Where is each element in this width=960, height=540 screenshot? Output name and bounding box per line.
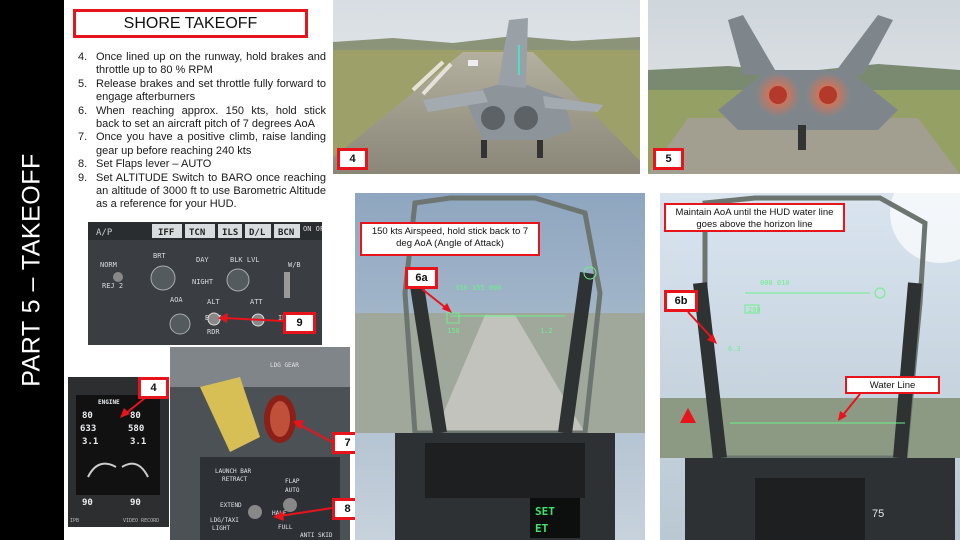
svg-text:ON OFF: ON OFF: [303, 225, 322, 233]
svg-text:FLAP: FLAP: [285, 478, 300, 485]
svg-text:90: 90: [82, 498, 93, 508]
svg-text:NORM: NORM: [100, 261, 117, 269]
svg-text:DAY: DAY: [196, 256, 209, 264]
svg-text:BRT: BRT: [153, 252, 166, 260]
svg-text:TCN: TCN: [189, 228, 205, 238]
svg-text:90: 90: [130, 498, 141, 508]
svg-text:ATT: ATT: [250, 298, 263, 306]
svg-text:3.1: 3.1: [82, 437, 98, 447]
step-item: 8. Set Flaps lever – AUTO: [78, 158, 212, 171]
svg-text:VIDEO RECORD: VIDEO RECORD: [123, 518, 159, 524]
hud-6a-label: 6a: [405, 267, 438, 289]
svg-text:W/B: W/B: [288, 261, 301, 269]
step-item: 6. When reaching approx. 150 kts, hold st…: [78, 104, 326, 131]
svg-text:6.3: 6.3: [728, 345, 741, 353]
svg-text:LIGHT: LIGHT: [212, 525, 230, 532]
svg-text:80: 80: [82, 411, 93, 421]
side-band: PART 5 – TAKEOFF: [0, 0, 64, 540]
afterburner-photo: [648, 0, 960, 174]
svg-text:580: 580: [128, 424, 144, 434]
svg-text:LAUNCH BAR: LAUNCH BAR: [215, 468, 252, 475]
svg-text:1.2: 1.2: [540, 327, 553, 335]
step-item: 9. Set ALTITUDE Switch to BARO once reach…: [78, 171, 326, 211]
svg-text:ANTI SKID: ANTI SKID: [300, 532, 333, 539]
svg-text:000 010: 000 010: [760, 279, 790, 287]
svg-text:HALF: HALF: [272, 510, 287, 517]
svg-text:NIGHT: NIGHT: [192, 278, 214, 286]
svg-text:ET: ET: [535, 522, 549, 535]
hud-6b-label: 6b: [664, 290, 698, 312]
svg-text:633: 633: [80, 424, 96, 434]
svg-text:LDG/TAXI: LDG/TAXI: [210, 517, 239, 524]
vertical-part-title: PART 5 – TAKEOFF: [17, 153, 46, 387]
svg-text:ILS: ILS: [222, 228, 238, 238]
svg-text:LDG GEAR: LDG GEAR: [270, 362, 299, 369]
airspeed-callout: 150 kts Airspeed, hold stick back to 7 d…: [360, 222, 540, 256]
aoa-callout: Maintain AoA until the HUD water line go…: [664, 203, 845, 232]
landing-gear-panel-photo: LDG GEAR LAUNCH BAR RETRACT EXTEND FLAP …: [170, 347, 350, 540]
svg-text:A/P: A/P: [96, 228, 113, 238]
svg-text:80: 80: [130, 411, 141, 421]
svg-text:REJ 2: REJ 2: [102, 282, 123, 290]
step-item: 5. Release brakes and set throttle fully …: [78, 77, 326, 104]
step-item: 7. Once you have a positive climb, raise …: [78, 131, 326, 157]
svg-text:SET: SET: [535, 505, 555, 518]
engine-4-label: 4: [138, 377, 169, 399]
svg-text:ALT: ALT: [207, 298, 220, 306]
svg-text:BCN: BCN: [278, 228, 294, 238]
svg-text:EXTEND: EXTEND: [220, 502, 242, 509]
svg-text:D/L: D/L: [249, 228, 266, 238]
step-9-label: 9: [283, 312, 316, 334]
water-line-callout: Water Line: [845, 376, 940, 394]
runway-takeoff-photo-a: [333, 0, 640, 174]
procedure-steps: 4. Once lined up on the runway, hold brak…: [78, 51, 326, 212]
svg-text:IFF: IFF: [158, 228, 174, 238]
svg-text:RDR: RDR: [207, 328, 220, 336]
section-title: SHORE TAKEOFF: [73, 9, 308, 38]
photo-5-label: 5: [653, 148, 684, 170]
svg-text:150: 150: [447, 327, 460, 335]
step-item: 4. Once lined up on the runway, hold brak…: [78, 51, 326, 77]
svg-text:BLK LVL: BLK LVL: [230, 256, 260, 264]
svg-text:FULL: FULL: [278, 524, 293, 531]
svg-text:AUTO: AUTO: [285, 487, 300, 494]
svg-text:200: 200: [748, 306, 761, 314]
svg-text:ENGINE: ENGINE: [98, 399, 120, 406]
svg-text:RETRACT: RETRACT: [222, 476, 248, 483]
svg-text:AOA: AOA: [170, 296, 183, 304]
engine-display-photo: ENGINE 80 80 633 580 3.1 3.1 90 90 IPB V…: [68, 377, 169, 527]
svg-text:3.1: 3.1: [130, 437, 146, 447]
hud-view-6b: 000 010 200 6.3: [660, 193, 960, 540]
svg-text:350 355 000: 350 355 000: [455, 284, 501, 292]
page-number: 75: [872, 508, 885, 520]
photo-4-label: 4: [337, 148, 368, 170]
svg-text:IPB: IPB: [70, 518, 79, 524]
